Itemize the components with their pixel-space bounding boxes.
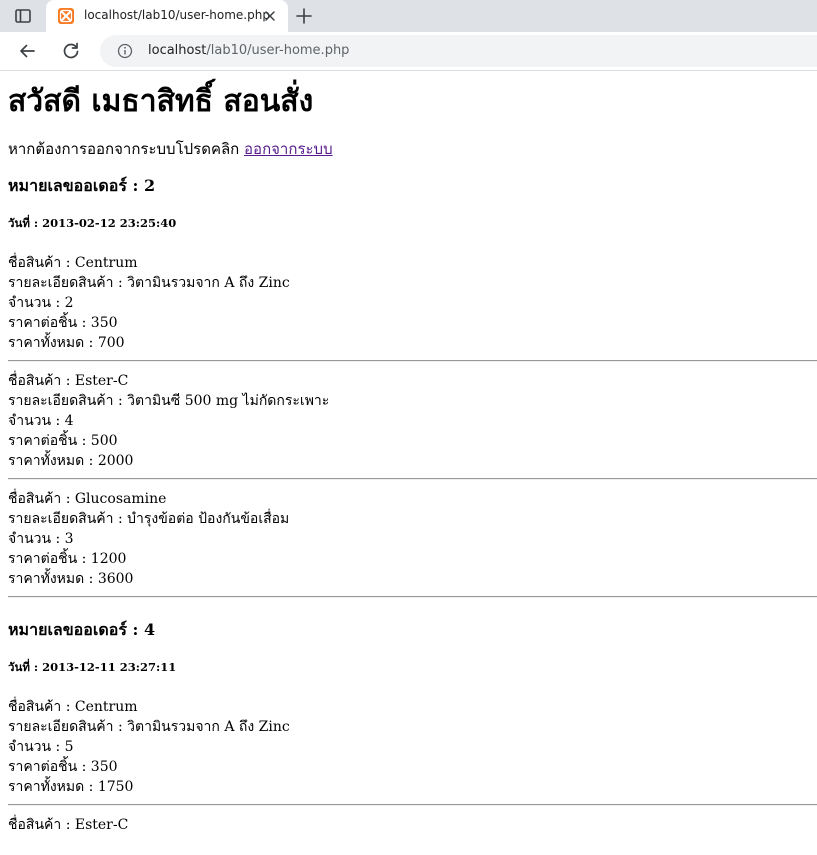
item-unit-price: ราคาต่อชิ้น : 350 (8, 759, 118, 775)
logout-link[interactable]: ออกจากระบบ (244, 140, 333, 158)
item-quantity: จำนวน : 2 (8, 295, 74, 311)
tab-title: localhost/lab10/user-home.php (84, 8, 270, 22)
item-unit-price: ราคาต่อชิ้น : 500 (8, 433, 118, 449)
back-arrow-icon[interactable] (17, 41, 37, 61)
item-detail: รายละเอียดสินค้า : วิตามินรวมจาก A ถึง Z… (8, 719, 290, 735)
page-content: สวัสดี เมธาสิทธิ์ สอนสั่ง หากต้องการออกจ… (0, 83, 817, 835)
order-item: ชื่อสินค้า : Centrum รายละเอียดสินค้า : … (8, 253, 817, 353)
logout-paragraph: หากต้องการออกจากระบบโปรดคลิก ออกจากระบบ (8, 139, 817, 159)
greeting-heading: สวัสดี เมธาสิทธิ์ สอนสั่ง (8, 84, 314, 119)
item-total: ราคาทั้งหมด : 2000 (8, 453, 134, 469)
order-item: ชื่อสินค้า : Ester-C (8, 815, 817, 835)
item-name: ชื่อสินค้า : Ester-C (8, 817, 129, 833)
browser-tab[interactable]: localhost/lab10/user-home.php (46, 0, 288, 32)
plus-icon[interactable] (294, 6, 314, 26)
logout-prompt: หากต้องการออกจากระบบโปรดคลิก (8, 140, 240, 158)
url-text: localhost/lab10/user-home.php (148, 43, 350, 58)
item-name: ชื่อสินค้า : Centrum (8, 255, 138, 271)
item-name: ชื่อสินค้า : Glucosamine (8, 491, 167, 507)
xampp-icon (58, 8, 74, 24)
sidebar-icon[interactable] (14, 7, 32, 25)
item-total: ราคาทั้งหมด : 3600 (8, 571, 134, 587)
item-name: ชื่อสินค้า : Centrum (8, 699, 138, 715)
order-item: ชื่อสินค้า : Centrum รายละเอียดสินค้า : … (8, 697, 817, 797)
browser-toolbar: localhost/lab10/user-home.php (0, 32, 817, 71)
item-detail: รายละเอียดสินค้า : บำรุงข้อต่อ ป้องกันข้… (8, 511, 290, 527)
close-icon[interactable] (262, 8, 278, 24)
item-quantity: จำนวน : 4 (8, 413, 74, 429)
order-number: หมายเลขออเดอร์ : 2 (8, 176, 156, 195)
info-icon[interactable] (117, 43, 133, 59)
item-detail: รายละเอียดสินค้า : วิตามินรวมจาก A ถึง Z… (8, 275, 290, 291)
item-quantity: จำนวน : 3 (8, 531, 74, 547)
order-item: ชื่อสินค้า : Glucosamine รายละเอียดสินค้… (8, 489, 817, 589)
order-block: หมายเลขออเดอร์ : 2 วันที่ : 2013-02-12 2… (8, 175, 817, 598)
order-number: หมายเลขออเดอร์ : 4 (8, 620, 156, 639)
order-block: หมายเลขออเดอร์ : 4 วันที่ : 2013-12-11 2… (8, 619, 817, 835)
address-bar[interactable]: localhost/lab10/user-home.php (100, 35, 817, 67)
item-unit-price: ราคาต่อชิ้น : 1200 (8, 551, 127, 567)
item-quantity: จำนวน : 5 (8, 739, 74, 755)
divider (8, 360, 817, 362)
divider (8, 478, 817, 480)
order-date: วันที่ : 2013-02-12 23:25:40 (8, 216, 177, 230)
reload-icon[interactable] (61, 41, 81, 61)
browser-tab-bar: localhost/lab10/user-home.php (0, 0, 817, 32)
item-name: ชื่อสินค้า : Ester-C (8, 373, 129, 389)
order-date: วันที่ : 2013-12-11 23:27:11 (8, 660, 177, 674)
divider (8, 804, 817, 806)
divider (8, 596, 817, 598)
item-unit-price: ราคาต่อชิ้น : 350 (8, 315, 118, 331)
item-total: ราคาทั้งหมด : 1750 (8, 779, 134, 795)
item-total: ราคาทั้งหมด : 700 (8, 335, 125, 351)
item-detail: รายละเอียดสินค้า : วิตามินซี 500 mg ไม่ก… (8, 393, 330, 409)
order-item: ชื่อสินค้า : Ester-C รายละเอียดสินค้า : … (8, 371, 817, 471)
